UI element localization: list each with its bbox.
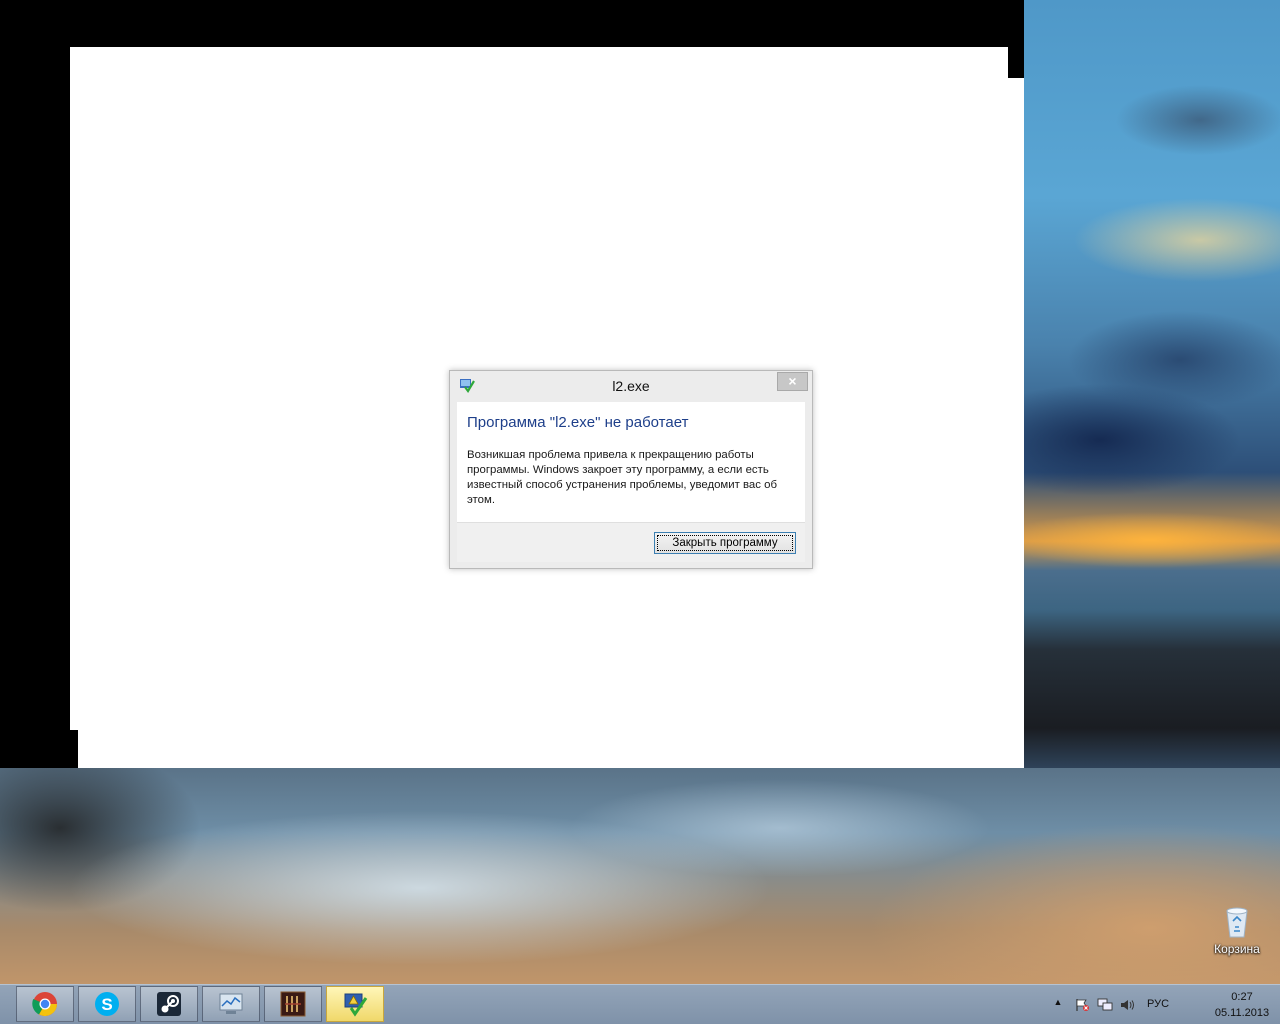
desktop-screen: l2.exe × Программа "l2.exe" не работает … bbox=[0, 0, 1280, 1024]
action-center-flag-icon[interactable] bbox=[1074, 998, 1090, 1012]
steam-icon bbox=[155, 990, 183, 1018]
taskbar-button-problem-reporting[interactable] bbox=[326, 986, 384, 1022]
close-icon: × bbox=[788, 373, 797, 389]
game-window-white-extension bbox=[1008, 78, 1024, 768]
desktop-icon-label: Корзина bbox=[1214, 942, 1260, 956]
taskbar-button-lineage[interactable] bbox=[264, 986, 322, 1022]
desktop-icon-recycle-bin[interactable]: Корзина bbox=[1206, 905, 1268, 956]
monitor-icon bbox=[217, 990, 245, 1018]
error-dialog: l2.exe × Программа "l2.exe" не работает … bbox=[449, 370, 813, 569]
skype-icon: S bbox=[93, 990, 121, 1018]
dialog-title: l2.exe bbox=[612, 378, 650, 394]
taskbar-button-skype[interactable]: S bbox=[78, 986, 136, 1022]
chrome-icon bbox=[31, 990, 59, 1018]
dialog-heading: Программа "l2.exe" не работает bbox=[467, 414, 689, 431]
game-window-white-bottom-left bbox=[70, 730, 78, 768]
recycle-bin-icon bbox=[1222, 905, 1252, 939]
dialog-message: Возникшая проблема привела к прекращению… bbox=[467, 449, 777, 506]
system-tray: ▲ РУС 0:27 05.11.2013 bbox=[1050, 985, 1280, 1024]
dialog-footer: Закрыть программу bbox=[457, 523, 805, 562]
dialog-titlebar[interactable]: l2.exe × bbox=[450, 371, 812, 401]
taskbar-button-monitor[interactable] bbox=[202, 986, 260, 1022]
taskbar: S ▲ РУС 0:27 05.11.2013 bbox=[0, 984, 1280, 1024]
show-hidden-icons-icon[interactable]: ▲ bbox=[1050, 997, 1066, 1011]
problem-reporting-icon bbox=[341, 990, 369, 1018]
dialog-close-button[interactable]: × bbox=[777, 372, 808, 391]
svg-text:S: S bbox=[101, 995, 112, 1014]
clock-time[interactable]: 0:27 bbox=[1207, 991, 1277, 1003]
clock-date[interactable]: 05.11.2013 bbox=[1207, 1007, 1277, 1019]
lineage-icon bbox=[279, 990, 307, 1018]
close-program-button[interactable]: Закрыть программу bbox=[654, 532, 796, 554]
network-icon[interactable] bbox=[1097, 998, 1113, 1012]
taskbar-button-steam[interactable] bbox=[140, 986, 198, 1022]
dialog-content: Программа "l2.exe" не работает Возникшая… bbox=[457, 402, 805, 523]
volume-icon[interactable] bbox=[1120, 998, 1136, 1012]
taskbar-button-chrome[interactable] bbox=[16, 986, 74, 1022]
input-language-indicator[interactable]: РУС bbox=[1147, 998, 1169, 1010]
wallpaper-beach bbox=[0, 768, 1280, 984]
